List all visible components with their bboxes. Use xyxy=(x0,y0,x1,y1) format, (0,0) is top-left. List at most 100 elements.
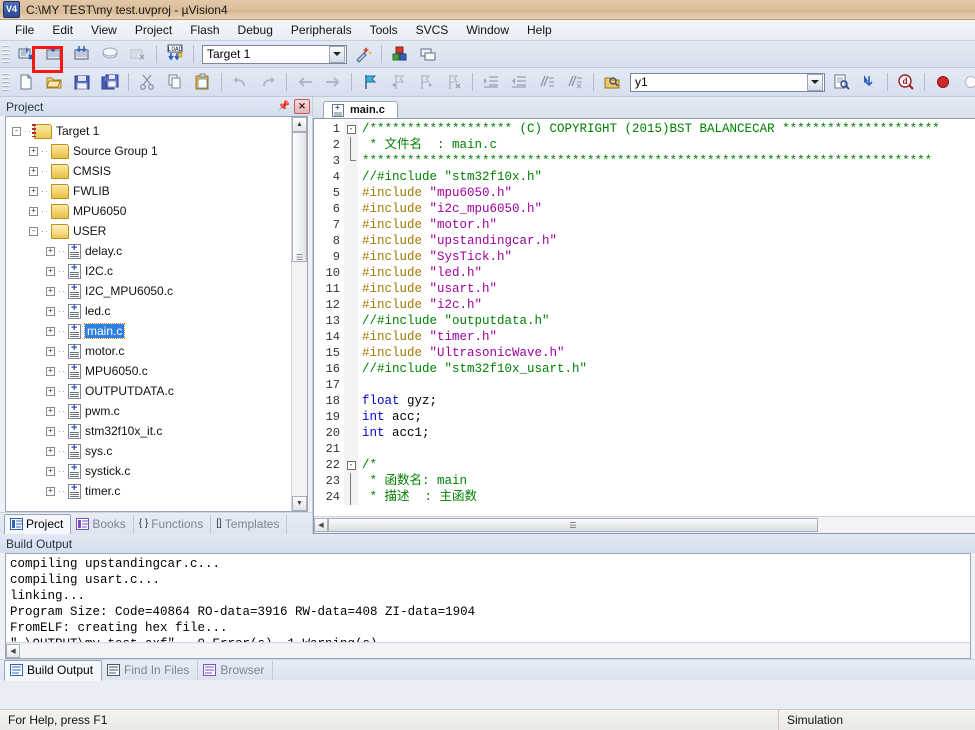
bookmark-toggle-button[interactable] xyxy=(357,70,383,95)
tree-item[interactable]: +·· delay.c xyxy=(6,241,291,261)
fold-toggle-icon[interactable]: - xyxy=(344,121,358,137)
indent-right-button[interactable] xyxy=(478,70,504,95)
indent-left-button[interactable] xyxy=(506,70,532,95)
tree-item[interactable]: + ·· Source Group 1 xyxy=(6,141,291,161)
expand-icon[interactable]: + xyxy=(46,466,55,476)
tree-item[interactable]: +·· OUTPUTDATA.c xyxy=(6,381,291,401)
collapse-icon[interactable]: - xyxy=(12,126,21,136)
build-target-button[interactable] xyxy=(41,42,67,67)
menu-flash[interactable]: Flash xyxy=(181,21,228,39)
tab-main-c[interactable]: + main.c xyxy=(323,101,398,118)
build-hscrollbar[interactable]: ◀ xyxy=(6,642,970,658)
bookmark-prev-button[interactable] xyxy=(385,70,411,95)
project-tree-scrollbar[interactable]: ▲ ☰ ▼ xyxy=(291,117,307,511)
panel-tab-books[interactable]: Books xyxy=(71,515,134,534)
tree-item[interactable]: - ·· Target 1 xyxy=(6,121,291,141)
find-in-files-toolbar-button[interactable] xyxy=(599,70,625,95)
tree-item[interactable]: +·· I2C.c xyxy=(6,261,291,281)
project-tree[interactable]: - ·· Target 1 + ·· Source Group 1 + ·· CMSIS + ·· F… xyxy=(6,117,291,511)
tree-item[interactable]: + ·· FWLIB xyxy=(6,181,291,201)
expand-icon[interactable]: + xyxy=(46,306,55,316)
scroll-track[interactable]: ☰ xyxy=(292,132,307,496)
menu-file[interactable]: File xyxy=(6,21,43,39)
kill-breakpoint-button[interactable] xyxy=(958,70,975,95)
menu-window[interactable]: Window xyxy=(457,21,518,39)
batch-build-button[interactable] xyxy=(97,42,123,67)
tree-item[interactable]: +·· I2C_MPU6050.c xyxy=(6,281,291,301)
expand-icon[interactable]: + xyxy=(46,246,55,256)
bookmark-clear-button[interactable] xyxy=(441,70,467,95)
expand-icon[interactable]: + xyxy=(46,346,55,356)
scroll-up-icon[interactable]: ▲ xyxy=(292,117,307,132)
expand-icon[interactable]: + xyxy=(46,426,55,436)
expand-icon[interactable]: + xyxy=(46,266,55,276)
target-select-arrow[interactable] xyxy=(329,45,345,63)
menu-debug[interactable]: Debug xyxy=(229,21,282,39)
manage-multi-project-button[interactable] xyxy=(415,42,441,67)
menu-help[interactable]: Help xyxy=(518,21,561,39)
manage-components-button[interactable] xyxy=(387,42,413,67)
collapse-icon[interactable]: - xyxy=(29,226,38,236)
stop-build-button[interactable] xyxy=(125,42,151,67)
build-hscroll-track[interactable] xyxy=(20,643,970,658)
pin-icon[interactable]: 📌 xyxy=(276,99,292,114)
tree-item[interactable]: - ·· USER xyxy=(6,221,291,241)
menu-project[interactable]: Project xyxy=(126,21,181,39)
expand-icon[interactable]: + xyxy=(46,326,55,336)
bottom-tab-browser[interactable]: Browser xyxy=(198,661,274,680)
menu-peripherals[interactable]: Peripherals xyxy=(282,21,361,39)
tree-item[interactable]: + ·· MPU6050 xyxy=(6,201,291,221)
menu-tools[interactable]: Tools xyxy=(361,21,407,39)
toolbar-grip-2[interactable] xyxy=(2,72,9,92)
tree-item[interactable]: +·· led.c xyxy=(6,301,291,321)
expand-icon[interactable]: + xyxy=(46,406,55,416)
paste-button[interactable] xyxy=(190,70,216,95)
save-all-button[interactable] xyxy=(97,70,123,95)
expand-icon[interactable]: + xyxy=(46,446,55,456)
editor-hscrollbar[interactable]: ◀ ☰ xyxy=(314,516,975,533)
navigate-back-button[interactable] xyxy=(292,70,318,95)
find-input[interactable]: y1 xyxy=(630,72,825,92)
scroll-down-icon[interactable]: ▼ xyxy=(292,496,307,511)
navigate-forward-button[interactable] xyxy=(320,70,346,95)
download-to-flash-button[interactable]: LOAD xyxy=(162,42,188,67)
insert-breakpoint-button[interactable] xyxy=(930,70,956,95)
new-file-button[interactable] xyxy=(13,70,39,95)
expand-icon[interactable]: + xyxy=(29,186,38,196)
translate-file-button[interactable] xyxy=(13,42,39,67)
tree-item[interactable]: +·· pwm.c xyxy=(6,401,291,421)
find-input-arrow[interactable] xyxy=(807,73,823,91)
tree-item[interactable]: +·· stm32f10x_it.c xyxy=(6,421,291,441)
menu-view[interactable]: View xyxy=(82,21,126,39)
panel-tab-project[interactable]: Project xyxy=(4,514,72,535)
scroll-thumb[interactable] xyxy=(292,132,307,262)
menu-svcs[interactable]: SVCS xyxy=(407,21,458,39)
tree-item[interactable]: +·· main.c xyxy=(6,321,291,341)
undo-button[interactable] xyxy=(227,70,253,95)
copy-button[interactable] xyxy=(162,70,188,95)
uncomment-lines-button[interactable] xyxy=(562,70,588,95)
incremental-find-button[interactable] xyxy=(856,70,882,95)
expand-icon[interactable]: + xyxy=(46,486,55,496)
tree-item[interactable]: +·· sys.c xyxy=(6,441,291,461)
expand-icon[interactable]: + xyxy=(46,366,55,376)
expand-icon[interactable]: + xyxy=(29,146,38,156)
tree-item[interactable]: +·· MPU6050.c xyxy=(6,361,291,381)
code-editor[interactable]: 1-/******************* (C) COPYRIGHT (20… xyxy=(313,118,975,534)
hscroll-track[interactable]: ☰ xyxy=(328,518,975,532)
save-button[interactable] xyxy=(69,70,95,95)
panel-tab-templates[interactable]: [] Templates xyxy=(211,515,288,534)
fold-toggle-icon[interactable]: - xyxy=(344,457,358,473)
redo-button[interactable] xyxy=(255,70,281,95)
comment-lines-button[interactable] xyxy=(534,70,560,95)
close-icon[interactable]: ✕ xyxy=(294,99,310,114)
open-file-button[interactable] xyxy=(41,70,67,95)
panel-tab-functions[interactable]: { } Functions xyxy=(134,515,212,534)
tree-item[interactable]: +·· timer.c xyxy=(6,481,291,501)
build-output-text[interactable]: compiling upstandingcar.c... compiling us… xyxy=(6,554,970,642)
debug-start-button[interactable]: d xyxy=(893,70,919,95)
code-lines[interactable]: 1-/******************* (C) COPYRIGHT (20… xyxy=(314,119,975,516)
build-hscroll-left-icon[interactable]: ◀ xyxy=(6,643,20,658)
bookmark-next-button[interactable] xyxy=(413,70,439,95)
toolbar-grip[interactable] xyxy=(2,44,9,64)
